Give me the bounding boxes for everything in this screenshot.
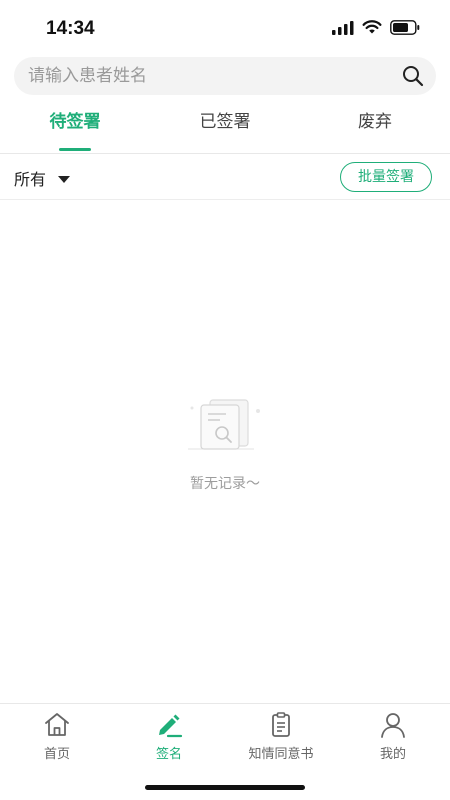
tab-pending[interactable]: 待签署 — [0, 98, 150, 154]
nav-label-mine: 我的 — [379, 747, 406, 762]
nav-item-home[interactable]: 首页 — [1, 710, 113, 770]
filter-selected: 所有 — [14, 170, 47, 189]
tab-discarded[interactable]: 废弃 — [300, 98, 450, 154]
status-time: 14:34 — [46, 18, 95, 39]
home-icon — [45, 713, 69, 736]
wifi-icon — [362, 20, 382, 34]
search-input[interactable] — [28, 57, 388, 95]
user-icon — [381, 713, 405, 738]
status-bar: 14:34 — [0, 0, 450, 56]
nav-label-sign: 签名 — [155, 747, 182, 762]
active-tab-indicator — [59, 148, 91, 151]
status-icons — [332, 20, 420, 35]
nav-label-consent: 知情同意书 — [248, 747, 314, 762]
search-bar — [14, 57, 436, 95]
pen-icon — [159, 714, 183, 738]
tab-bar: 待签署 已签署 废弃 — [0, 98, 450, 154]
battery-icon — [390, 20, 420, 35]
tab-signed[interactable]: 已签署 — [150, 98, 300, 154]
empty-document-icon — [188, 399, 260, 450]
search-icon[interactable] — [402, 65, 424, 87]
filter-dropdown[interactable]: 所有 — [14, 166, 71, 190]
nav-item-consent[interactable]: 知情同意书 — [225, 710, 337, 770]
nav-item-mine[interactable]: 我的 — [337, 710, 449, 770]
home-indicator — [145, 785, 305, 790]
filter-row: 所有 批量签署 — [0, 154, 450, 200]
batch-sign-button[interactable]: 批量签署 — [340, 162, 432, 192]
nav-label-home: 首页 — [43, 747, 70, 762]
caret-down-icon — [58, 175, 71, 183]
signal-icon — [332, 20, 354, 35]
clipboard-icon — [272, 712, 290, 737]
empty-state-message: 暂无记录～ — [190, 476, 260, 492]
nav-item-sign[interactable]: 签名 — [113, 710, 225, 770]
